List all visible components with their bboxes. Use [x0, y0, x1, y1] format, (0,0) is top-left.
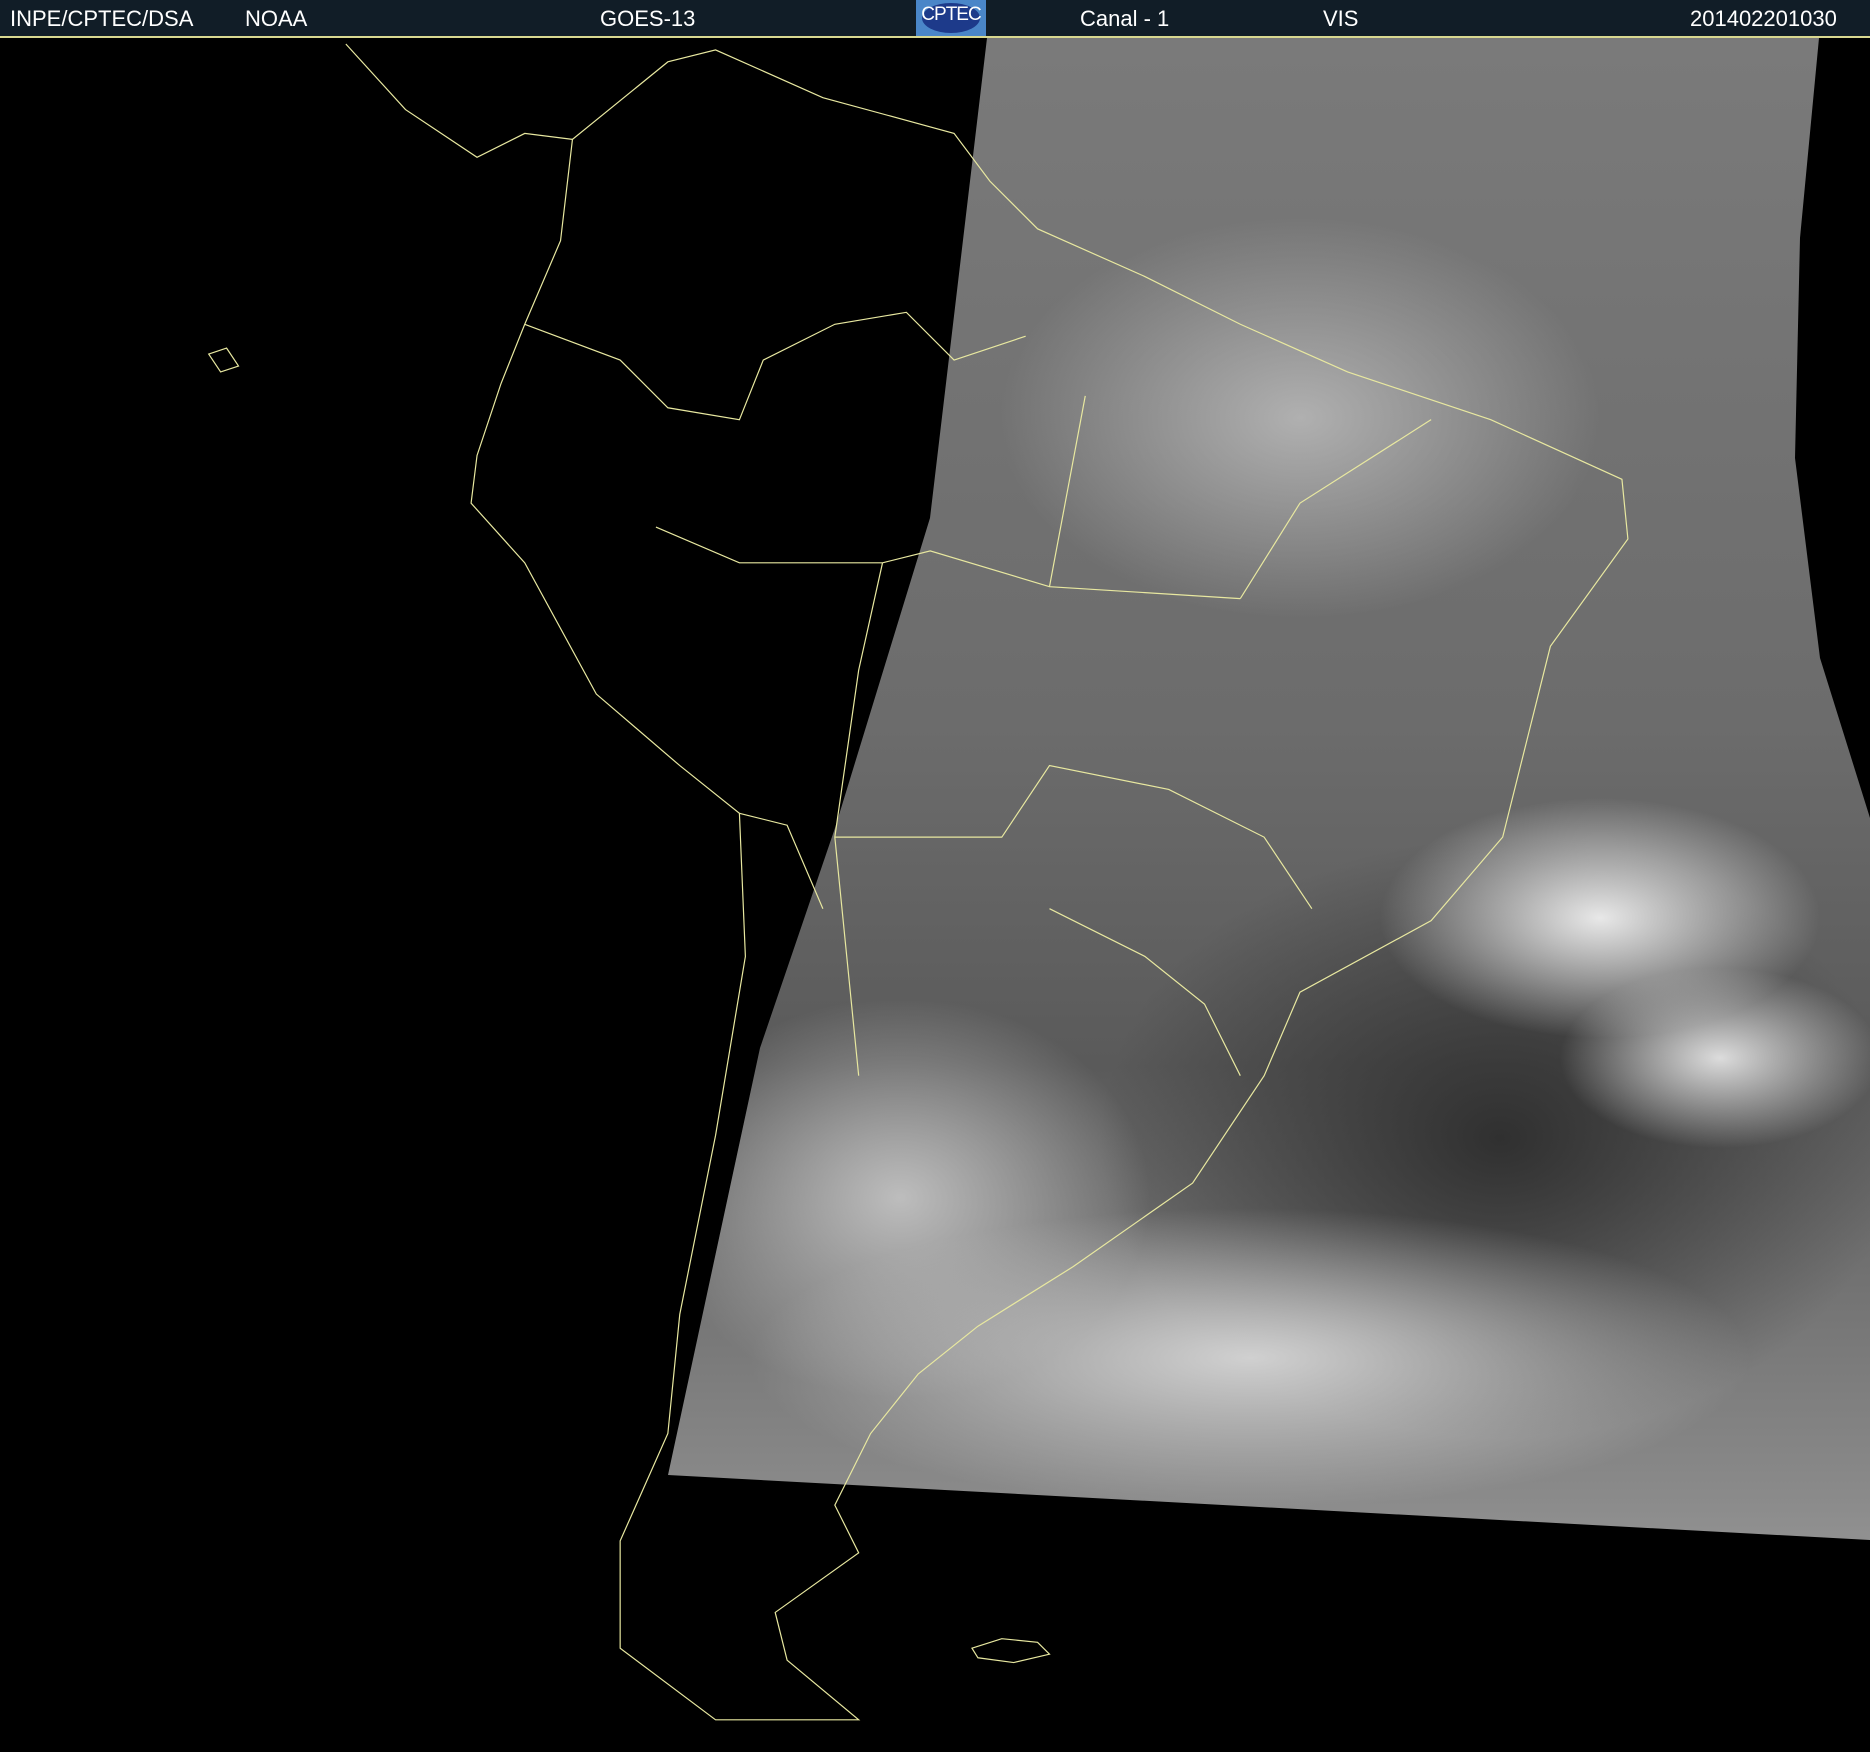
satellite-image-map [0, 36, 1870, 1752]
falklands-outline [971, 1638, 1051, 1664]
south-america-coast [470, 49, 1629, 1721]
agency-label: NOAA [245, 6, 308, 31]
central-america-coast [345, 43, 573, 158]
cptec-logo: CPTEC [916, 0, 986, 36]
organization-label: INPE/CPTEC/DSA [10, 6, 194, 31]
satellite-label: GOES-13 [600, 6, 696, 31]
galapagos-outline [207, 347, 240, 373]
coastline-overlay [207, 43, 1629, 1721]
country-borders [524, 311, 1432, 1076]
band-label: VIS [1323, 6, 1359, 31]
header-bar: INPE/CPTEC/DSA NOAA GOES-13 CPTEC Canal … [0, 0, 1870, 36]
timestamp-label: 201402201030 [1690, 6, 1837, 31]
channel-label: Canal - 1 [1080, 6, 1170, 31]
